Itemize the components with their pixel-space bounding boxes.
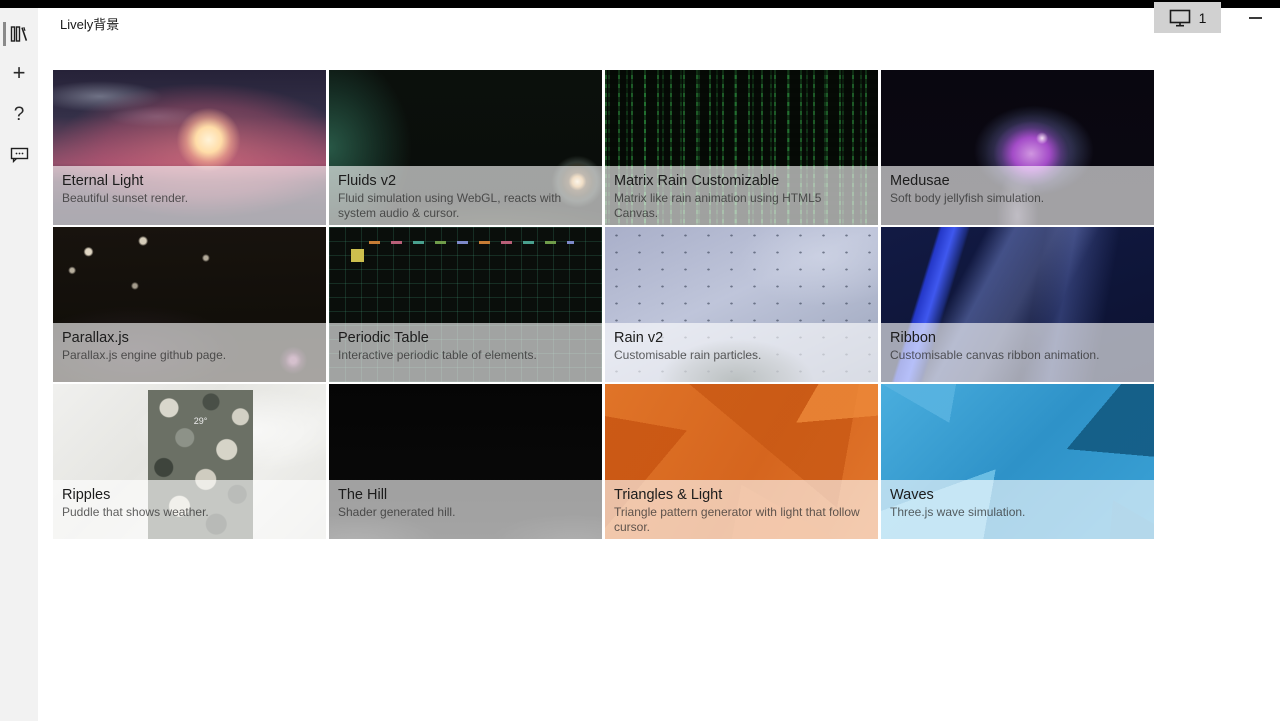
sidebar-item-help[interactable]: ? — [0, 97, 38, 131]
wallpaper-title: Rain v2 — [614, 330, 664, 346]
wallpaper-caption: Eternal Light Beautiful sunset render. — [53, 166, 326, 225]
display-count: 1 — [1198, 9, 1207, 26]
minimize-button[interactable] — [1232, 4, 1278, 32]
titlebar — [0, 0, 1280, 8]
wallpaper-card[interactable]: 29° Ripples Puddle that shows weather. — [53, 384, 326, 539]
plus-icon: + — [12, 60, 26, 85]
wallpaper-title: Medusae — [890, 173, 950, 189]
wallpaper-description: Matrix like rain animation using HTML5 C… — [614, 191, 822, 220]
wallpaper-caption: Fluids v2 Fluid simulation using WebGL, … — [329, 166, 602, 225]
wallpaper-description: Soft body jellyfish simulation. — [890, 191, 1045, 205]
wallpaper-card[interactable]: Ribbon Customisable canvas ribbon animat… — [881, 227, 1154, 382]
wallpaper-description: Three.js wave simulation. — [890, 505, 1026, 519]
wallpaper-caption: Triangles & Light Triangle pattern gener… — [605, 480, 878, 539]
wallpaper-card[interactable]: Fluids v2 Fluid simulation using WebGL, … — [329, 70, 602, 225]
wallpaper-grid: Eternal Light Beautiful sunset render. F… — [53, 70, 1157, 539]
wallpaper-card[interactable]: The Hill Shader generated hill. — [329, 384, 602, 539]
wallpaper-description: Fluid simulation using WebGL, reacts wit… — [338, 191, 562, 220]
wallpaper-card[interactable]: Parallax.js Parallax.js engine github pa… — [53, 227, 326, 382]
wallpaper-card[interactable]: Medusae Soft body jellyfish simulation. — [881, 70, 1154, 225]
wallpaper-caption: Parallax.js Parallax.js engine github pa… — [53, 323, 326, 382]
wallpaper-caption: Waves Three.js wave simulation. — [881, 480, 1154, 539]
wallpaper-description: Triangle pattern generator with light th… — [614, 505, 860, 534]
wallpaper-card[interactable]: Triangles & Light Triangle pattern gener… — [605, 384, 878, 539]
monitor-icon — [1169, 9, 1191, 27]
wallpaper-title: Matrix Rain Customizable — [614, 173, 780, 189]
wallpaper-title: Ribbon — [890, 330, 936, 346]
selection-indicator — [3, 22, 6, 46]
feedback-icon — [10, 146, 29, 163]
wallpaper-description: Customisable rain particles. — [614, 348, 762, 362]
wallpaper-caption: Ribbon Customisable canvas ribbon animat… — [881, 323, 1154, 382]
wallpaper-description: Shader generated hill. — [338, 505, 456, 519]
wallpaper-description: Customisable canvas ribbon animation. — [890, 348, 1100, 362]
wallpaper-caption: Rain v2 Customisable rain particles. — [605, 323, 878, 382]
help-icon: ? — [13, 103, 25, 125]
wallpaper-title: Parallax.js — [62, 330, 129, 346]
wallpaper-card[interactable]: Rain v2 Customisable rain particles. — [605, 227, 878, 382]
wallpaper-caption: The Hill Shader generated hill. — [329, 480, 602, 539]
wallpaper-card[interactable]: Periodic Table Interactive periodic tabl… — [329, 227, 602, 382]
sidebar-item-add[interactable]: + — [0, 56, 38, 90]
wallpaper-title: Periodic Table — [338, 330, 429, 346]
wallpaper-card[interactable]: Waves Three.js wave simulation. — [881, 384, 1154, 539]
wallpaper-card[interactable]: Eternal Light Beautiful sunset render. — [53, 70, 326, 225]
wallpaper-title: Fluids v2 — [338, 173, 397, 189]
library-icon — [10, 25, 28, 43]
wallpaper-description: Interactive periodic table of elements. — [338, 348, 537, 362]
sidebar-item-feedback[interactable] — [0, 137, 38, 171]
wallpaper-description: Parallax.js engine github page. — [62, 348, 227, 362]
page-title: Lively背景 — [60, 17, 120, 32]
wallpaper-title: Eternal Light — [62, 173, 144, 189]
wallpaper-title: Waves — [890, 487, 934, 503]
wallpaper-card[interactable]: Matrix Rain Customizable Matrix like rai… — [605, 70, 878, 225]
minimize-icon — [1248, 17, 1262, 19]
wallpaper-caption: Ripples Puddle that shows weather. — [53, 480, 326, 539]
wallpaper-description: Beautiful sunset render. — [62, 191, 189, 205]
sidebar-item-library[interactable] — [0, 17, 38, 51]
wallpaper-title: Ripples — [62, 487, 111, 503]
wallpaper-title: Triangles & Light — [614, 487, 723, 503]
wallpaper-caption: Matrix Rain Customizable Matrix like rai… — [605, 166, 878, 225]
sidebar: + ? — [0, 8, 38, 721]
wallpaper-caption: Periodic Table Interactive periodic tabl… — [329, 323, 602, 382]
wallpaper-description: Puddle that shows weather. — [62, 505, 209, 519]
weather-temperature: 29° — [193, 416, 208, 426]
display-selector-button[interactable]: 1 — [1154, 2, 1221, 33]
wallpaper-title: The Hill — [338, 487, 388, 503]
wallpaper-caption: Medusae Soft body jellyfish simulation. — [881, 166, 1154, 225]
